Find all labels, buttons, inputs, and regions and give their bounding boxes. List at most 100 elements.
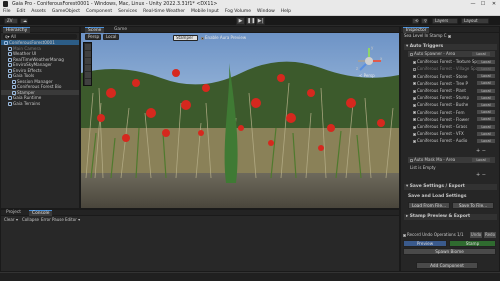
spawn-biome-button[interactable]: Spawn Biome [403,248,496,255]
spawner-local-button[interactable]: Local [477,66,495,71]
editor-dropdown[interactable]: Editor ▾ [65,217,80,223]
mask-header-checkbox[interactable] [410,158,413,162]
undo-button[interactable]: Undo [470,232,482,238]
menu-fog-volume[interactable]: Fog Volume [222,9,254,14]
menu-component[interactable]: Component [83,9,115,14]
move-tool-icon[interactable] [85,51,91,57]
hierarchy-row[interactable]: EnviroSkyManager [1,62,79,67]
mask-remove-button[interactable]: − [482,172,486,178]
menu-gameobject[interactable]: GameObject [49,9,83,14]
search-icon[interactable]: ⚲ [421,18,428,24]
menu-realtime-weather[interactable]: Real-time Weather [140,9,188,14]
spawner-local-button[interactable]: Local [477,138,495,143]
transform-tool-icon[interactable] [85,79,91,85]
local-dropdown[interactable]: Local [103,34,119,40]
list-add-button[interactable]: + [476,148,480,154]
aura-preview-toggle[interactable]: Enable Aura Preview [201,35,246,41]
spawner-local-button[interactable]: Local [477,88,495,93]
account-button[interactable]: ZV [4,18,18,24]
spawner-local-button[interactable]: Local [477,117,495,122]
hierarchy-row[interactable]: Coniferous Forest Bio [1,84,79,89]
spawner-checkbox[interactable] [413,125,416,129]
scale-tool-icon[interactable] [85,65,91,71]
auto-triggers-header[interactable]: ▾ Auto Triggers [404,44,497,50]
gizmo-persp-label[interactable]: < Persp [359,73,375,78]
spawner-row[interactable]: Coniferous Forest - Stump Local [413,95,496,100]
close-button[interactable]: ✕ [489,0,499,8]
hierarchy-row[interactable]: RealTimeWeatherManag [1,57,79,62]
spawner-row[interactable]: Coniferous Forest - Flower Local [413,117,496,122]
add-component-button[interactable]: Add Component [416,262,478,269]
list-remove-button[interactable]: − [482,148,486,154]
load-from-file-button[interactable]: Load From File... [408,202,450,209]
hierarchy-row[interactable]: Enviro Effects [1,68,79,73]
play-button[interactable]: ▶ [236,17,245,25]
spawner-checkbox[interactable] [413,103,416,107]
spawner-row[interactable]: Coniferous Forest - VFX Local [413,131,496,136]
local-button[interactable]: Local [472,52,490,56]
cloud-icon[interactable]: ☁ [20,18,28,24]
scene-gizmo[interactable]: y x z < Persp [353,45,385,79]
tab-project[interactable]: Project [3,210,24,216]
tab-hierarchy[interactable]: Hierarchy [3,27,31,33]
menu-mobile-input[interactable]: Mobile Input [188,9,222,14]
sea-level-checkbox[interactable] [447,34,451,38]
minimize-button[interactable]: — [468,0,478,8]
spawner-local-button[interactable]: Local [477,124,495,129]
spawner-checkbox[interactable] [413,111,416,115]
menu-file[interactable]: File [0,9,14,14]
maximize-button[interactable]: ☐ [478,0,488,8]
spawner-local-button[interactable]: Local [477,81,495,86]
spawner-row[interactable]: Coniferous Forest - Texture Spa Local [413,59,496,64]
spawner-local-button[interactable]: Local [477,131,495,136]
clear-options-dropdown[interactable]: ▾ [16,217,18,223]
mask-add-button[interactable]: + [476,172,480,178]
spawner-checkbox[interactable] [413,89,416,93]
spawner-row[interactable]: Coniferous Forest - Fern Local [413,110,496,115]
rotate-tool-icon[interactable] [85,58,91,64]
history-icon[interactable]: ⟲ [412,18,419,24]
spawner-local-button[interactable]: Local [477,102,495,107]
spawner-row[interactable]: Coniferous Forest - Stone Local [413,74,496,79]
spawner-checkbox[interactable] [413,139,416,143]
stamper-overlay-button[interactable]: Stamper [173,35,198,41]
error-pause-button[interactable]: Error Pause [41,217,64,223]
mask-local-button[interactable]: Local [472,158,490,162]
hierarchy-row[interactable]: Gaia Runtime [1,95,79,100]
spawner-checkbox[interactable] [413,96,416,100]
menu-window[interactable]: Window [254,9,278,14]
spawner-checkbox[interactable] [413,82,416,86]
spawner-local-button[interactable]: Local [477,59,495,64]
spawner-local-button[interactable]: Local [477,110,495,115]
hierarchy-row[interactable]: ConiferousForest0001 [1,40,79,45]
save-to-file-button[interactable]: Save To File... [452,202,494,209]
preview-button[interactable]: Preview [403,240,447,247]
save-settings-header[interactable]: ▾ Save Settings / Export [404,184,497,190]
spawner-local-button[interactable]: Local [477,74,495,79]
rect-tool-icon[interactable] [85,72,91,78]
shading-dropdown[interactable]: Persp [85,34,101,40]
sea-level-toggle[interactable]: Sea Level In Stamp C [404,33,452,38]
spawner-row[interactable]: Coniferous Forest - Plant Local [413,88,496,93]
spawner-row[interactable]: Coniferous Forest - Grass Local [413,124,496,129]
record-undo-checkbox[interactable] [403,233,406,237]
menu-help[interactable]: Help [278,9,294,14]
spawner-checkbox[interactable] [413,132,416,136]
menu-services[interactable]: Services [115,9,140,14]
collapse-button[interactable]: Collapse [22,217,39,223]
spawner-row[interactable]: Coniferous Forest - Audio Local [413,138,496,143]
redo-button[interactable]: Redo [484,232,496,238]
stamp-preview-export-header[interactable]: ▸ Stamp Preview & Export [404,214,497,220]
spawner-checkbox[interactable] [413,67,416,71]
hierarchy-row[interactable]: Session Manager [1,79,79,84]
hierarchy-row[interactable]: Main Camera [1,46,79,51]
scene-viewport[interactable]: Persp Local Stamper Enable Aura Preview … [81,33,399,208]
aura-checkbox[interactable] [201,36,204,40]
step-button[interactable]: ▶| [256,17,265,25]
tab-console[interactable]: Console [29,210,53,216]
layers-dropdown[interactable]: Layers [432,18,458,24]
spawner-row[interactable]: Coniferous Forest - Tree P Local [413,81,496,86]
hand-tool-icon[interactable] [85,44,91,50]
spawner-row[interactable]: Coniferous Forest - Village Spawner Local [413,66,496,71]
spawner-local-button[interactable]: Local [477,95,495,100]
